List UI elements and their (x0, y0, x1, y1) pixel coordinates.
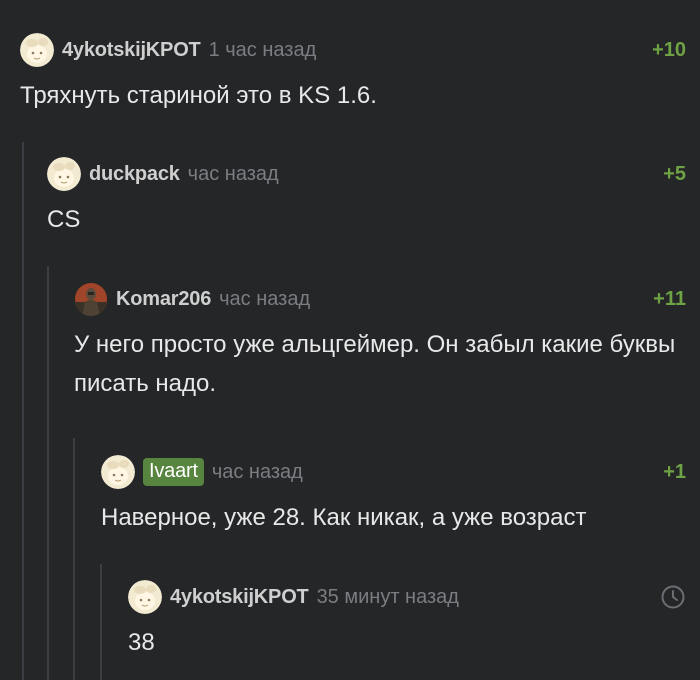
username[interactable]: Komar206 (116, 288, 211, 311)
user-avatar[interactable] (47, 157, 81, 191)
rating: +10 (652, 39, 686, 61)
comment: Komar206 час назад +11 У него просто уже… (74, 282, 686, 403)
comment: 4ykotskijKPOT 1 час назад +10 Тряхнуть с… (20, 33, 686, 115)
comment-text: У него просто уже альцгеймер. Он забыл к… (74, 331, 676, 397)
thread-line (22, 142, 24, 680)
comment-header: Komar206 час назад +11 (74, 282, 686, 316)
thread-line (47, 266, 49, 680)
clock-icon (661, 585, 685, 609)
thread-line (73, 438, 75, 680)
username[interactable]: 4ykotskijKPOT (170, 586, 309, 609)
thread-line (100, 564, 102, 680)
comment: 4ykotskijKPOT 35 минут назад 38 (128, 580, 686, 662)
user-avatar[interactable] (128, 580, 162, 614)
rating: +5 (663, 163, 686, 185)
user-avatar[interactable] (20, 33, 54, 67)
comment-text: Наверное, уже 28. Как никак, а уже возра… (101, 504, 587, 531)
comment-text: 38 (128, 629, 155, 656)
comment-header: 4ykotskijKPOT 35 минут назад (128, 580, 686, 614)
comment-header: 4ykotskijKPOT 1 час назад +10 (20, 33, 686, 67)
timestamp[interactable]: час назад (219, 288, 310, 311)
rating: +11 (653, 288, 686, 310)
timestamp[interactable]: 35 минут назад (317, 586, 459, 609)
comment-header: Ivaart час назад +1 (101, 455, 686, 489)
timestamp[interactable]: час назад (188, 163, 279, 186)
timestamp[interactable]: 1 час назад (209, 39, 317, 62)
comment-text: CS (47, 206, 81, 233)
user-avatar[interactable] (74, 282, 108, 316)
username[interactable]: 4ykotskijKPOT (62, 39, 201, 62)
comment-text: Тряхнуть стариной это в KS 1.6. (20, 82, 377, 109)
comment: duckpack час назад +5 CS (47, 157, 686, 239)
comment-header: duckpack час назад +5 (47, 157, 686, 191)
user-avatar[interactable] (101, 455, 135, 489)
timestamp[interactable]: час назад (212, 461, 303, 484)
comment: Ivaart час назад +1 Наверное, уже 28. Ка… (101, 455, 686, 537)
username[interactable]: duckpack (89, 163, 180, 186)
rating: +1 (663, 461, 686, 483)
username-author-badge[interactable]: Ivaart (143, 458, 204, 486)
